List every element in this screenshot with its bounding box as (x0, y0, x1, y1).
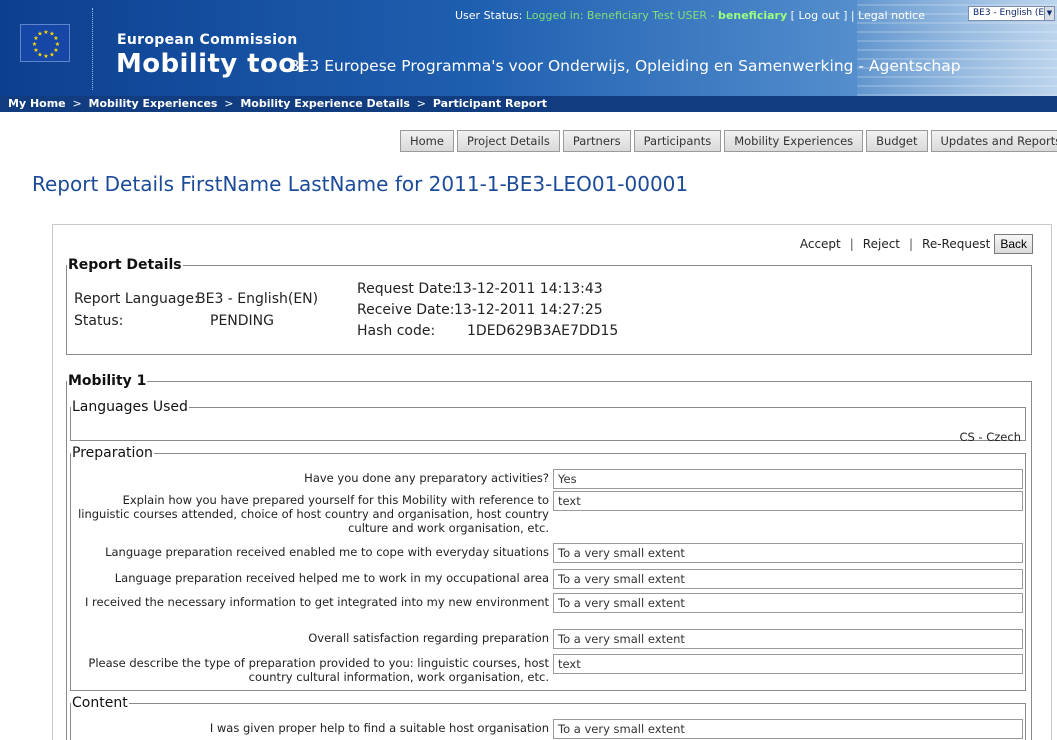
legal-notice-link[interactable]: Legal notice (858, 9, 925, 22)
report-details-section: Report Details Report Language: BE3 - En… (66, 257, 1032, 355)
request-date-value: 13-12-2011 14:13:43 (454, 281, 603, 297)
question-label: Language preparation received enabled me… (105, 545, 549, 559)
tab-partners[interactable]: Partners (562, 130, 631, 152)
agency-name: BE3 Europese Programma's voor Onderwijs,… (289, 57, 961, 75)
tab-project-details[interactable]: Project Details (456, 130, 560, 152)
status-prefix: User Status: (455, 9, 526, 22)
preparation-legend: Preparation (72, 445, 153, 461)
report-details-legend: Report Details (68, 257, 182, 273)
answer-field: To a very small extent (553, 593, 1023, 613)
svg-text:★: ★ (32, 41, 37, 48)
breadcrumb-item-mobility-experiences[interactable]: Mobility Experiences (89, 97, 218, 110)
rerequest-link[interactable]: Re-Request (922, 237, 990, 251)
question-label: Language preparation received helped me … (114, 571, 549, 585)
mobility-legend: Mobility 1 (68, 373, 147, 389)
language-select[interactable]: BE3 - English (EN) ▼ (968, 6, 1055, 21)
chevron-down-icon: ▼ (1044, 7, 1054, 20)
tab-mobility-experiences[interactable]: Mobility Experiences (724, 130, 864, 152)
app-title: Mobility tool (116, 49, 306, 79)
question-label: I was given proper help to find a suitab… (209, 721, 549, 735)
accept-link[interactable]: Accept (800, 237, 841, 251)
report-language-value: BE3 - English(EN) (196, 291, 319, 307)
svg-text:★: ★ (43, 53, 48, 60)
content-section: Content I was given proper help to find … (70, 695, 1026, 740)
language-select-value: BE3 - English (EN) (973, 8, 1055, 18)
hash-code-label: Hash code: (357, 323, 436, 339)
languages-used-section: Languages Used CS - Czech (70, 399, 1026, 444)
language-used-value: CS - Czech (959, 430, 1021, 444)
breadcrumb-item-mobility-experience-details[interactable]: Mobility Experience Details (240, 97, 410, 110)
eu-flag-logo: ★ ★ ★ ★ ★ ★ ★ ★ ★ ★ ★ ★ (20, 24, 70, 62)
report-language-label: Report Language: (74, 291, 199, 307)
main-navigation: Home Project Details Partners Participan… (400, 130, 1057, 152)
status-label: Status: (74, 313, 124, 329)
header-banner: ★ ★ ★ ★ ★ ★ ★ ★ ★ ★ ★ ★ European Commission Mobi… (0, 0, 1057, 96)
receive-date-label: Receive Date: (357, 302, 455, 318)
question-label: Explain how you have prepared yourself f… (78, 493, 549, 535)
breadcrumb-separator: > (72, 97, 82, 110)
flag-divider (92, 8, 93, 90)
report-actions: Accept | Reject | Re-Request Back (800, 234, 1033, 254)
tab-participants[interactable]: Participants (633, 130, 722, 152)
breadcrumb-item-my-home[interactable]: My Home (8, 97, 66, 110)
mobility-section: Mobility 1 Languages Used CS - Czech Pre… (66, 373, 1032, 740)
answer-field: To a very small extent (553, 569, 1023, 589)
tab-updates-and-reports[interactable]: Updates and Reports (930, 130, 1057, 152)
hash-code-value: 1DED629B3AE7DD15 (467, 323, 619, 339)
user-status-bar: User Status: Logged in: Beneficiary Test… (455, 9, 925, 22)
tab-budget[interactable]: Budget (866, 130, 928, 152)
svg-text:★: ★ (49, 52, 54, 59)
status-value: PENDING (210, 313, 274, 329)
organisation-name: European Commission (117, 32, 298, 48)
question-label: Overall satisfaction regarding preparati… (308, 631, 549, 645)
question-label: Have you done any preparatory activities… (304, 471, 549, 485)
breadcrumb-separator: > (416, 97, 426, 110)
breadcrumb-item-participant-report: Participant Report (432, 97, 548, 110)
svg-text:★: ★ (43, 29, 48, 36)
request-date-label: Request Date: (357, 281, 457, 297)
question-label: I received the necessary information to … (85, 595, 549, 609)
report-panel: Accept | Reject | Re-Request Back Report… (52, 224, 1052, 740)
tab-home[interactable]: Home (400, 130, 454, 152)
back-button[interactable]: Back (994, 234, 1033, 254)
answer-field: Yes (553, 469, 1023, 489)
action-separator: | (909, 237, 914, 251)
reject-link[interactable]: Reject (863, 237, 900, 251)
answer-field: To a very small extent (553, 543, 1023, 563)
action-separator: | (849, 237, 854, 251)
bracket-close: ] | (839, 9, 859, 22)
status-role: beneficiary (718, 9, 788, 22)
svg-text:★: ★ (37, 31, 42, 38)
preparation-section: Preparation Have you done any preparator… (70, 445, 1026, 691)
bracket-open: [ (787, 9, 799, 22)
languages-used-legend: Languages Used (72, 399, 188, 415)
breadcrumb-separator: > (224, 97, 234, 110)
question-label: Please describe the type of preparation … (88, 656, 549, 684)
answer-field: text (553, 491, 1023, 511)
content-legend: Content (72, 695, 128, 711)
answer-field: To a very small extent (553, 719, 1023, 739)
logout-link[interactable]: Log out (798, 9, 839, 22)
answer-field: To a very small extent (553, 629, 1023, 649)
svg-text:★: ★ (33, 47, 38, 54)
page-title: Report Details FirstName LastName for 20… (32, 172, 689, 196)
breadcrumb: My Home > Mobility Experiences > Mobilit… (0, 96, 1057, 112)
status-value: Logged in: Beneficiary Test USER - (525, 9, 719, 22)
answer-field: text (553, 654, 1023, 674)
receive-date-value: 13-12-2011 14:27:25 (454, 302, 603, 318)
